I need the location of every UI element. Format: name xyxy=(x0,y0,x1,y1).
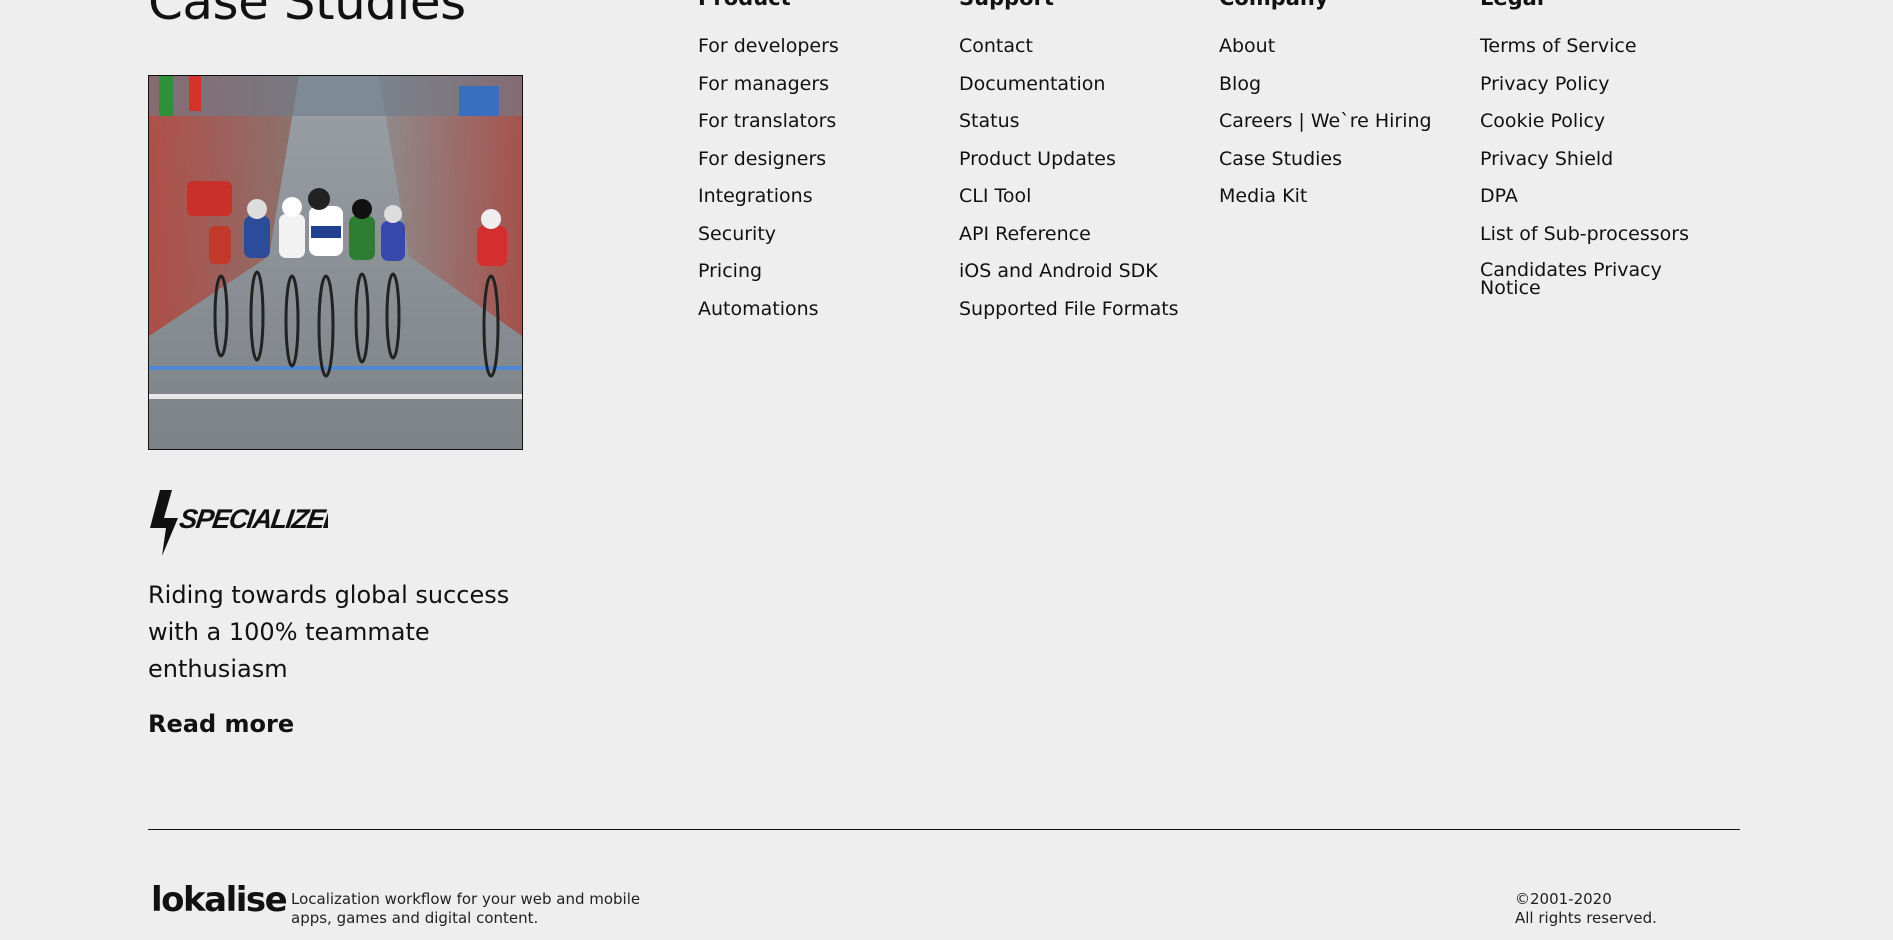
footer-tagline: Localization workflow for your web and m… xyxy=(291,890,651,928)
company-links: About Blog Careers | We`re Hiring Case S… xyxy=(1219,36,1432,224)
nav-link-ios-android-sdk[interactable]: iOS and Android SDK xyxy=(959,261,1179,282)
nav-link-media-kit[interactable]: Media Kit xyxy=(1219,186,1432,207)
case-study-description: Riding towards global success with a 100… xyxy=(148,581,510,683)
nav-link-for-developers[interactable]: For developers xyxy=(698,36,839,57)
nav-link-privacy-policy[interactable]: Privacy Policy xyxy=(1480,73,1689,95)
tagline-line-1: Localization workflow for your web and m… xyxy=(291,890,641,908)
nav-link-privacy-shield[interactable]: Privacy Shield xyxy=(1480,148,1689,170)
support-heading: Support xyxy=(959,0,1054,10)
nav-link-for-translators[interactable]: For translators xyxy=(698,111,839,132)
specialized-logo: SPECIALIZED xyxy=(150,490,328,556)
nav-link-automations[interactable]: Automations xyxy=(698,298,839,320)
nav-link-about[interactable]: About xyxy=(1219,36,1432,57)
lokalise-logo[interactable]: lokalise xyxy=(151,882,288,918)
nav-link-for-managers[interactable]: For managers xyxy=(698,73,839,95)
case-studies-title: Case Studies xyxy=(148,0,466,31)
product-heading: Product xyxy=(698,0,791,10)
nav-link-status[interactable]: Status xyxy=(959,111,1179,132)
product-links: For developers For managers For translat… xyxy=(698,36,839,336)
nav-link-supported-file-formats[interactable]: Supported File Formats xyxy=(959,298,1179,320)
tagline-line-2: apps, games and digital content. xyxy=(291,909,539,927)
cycling-race-image xyxy=(149,76,522,449)
legal-links: Terms of Service Privacy Policy Cookie P… xyxy=(1480,36,1689,314)
footer-divider xyxy=(148,829,1740,830)
legal-heading: Legal xyxy=(1480,0,1544,10)
nav-link-pricing[interactable]: Pricing xyxy=(698,261,839,282)
company-heading: Company xyxy=(1219,0,1329,10)
nav-link-blog[interactable]: Blog xyxy=(1219,73,1432,95)
support-links: Contact Documentation Status Product Upd… xyxy=(959,36,1179,336)
nav-link-security[interactable]: Security xyxy=(698,223,839,245)
nav-link-contact[interactable]: Contact xyxy=(959,36,1179,57)
nav-link-product-updates[interactable]: Product Updates xyxy=(959,148,1179,170)
nav-link-dpa[interactable]: DPA xyxy=(1480,186,1689,207)
specialized-wordmark: SPECIALIZED xyxy=(178,503,328,534)
nav-link-candidates-privacy-notice[interactable]: Candidates Privacy Notice xyxy=(1480,261,1680,298)
nav-link-integrations[interactable]: Integrations xyxy=(698,186,839,207)
nav-link-for-designers[interactable]: For designers xyxy=(698,148,839,170)
nav-link-cookie-policy[interactable]: Cookie Policy xyxy=(1480,111,1689,132)
copyright-years: ©2001-2020 xyxy=(1515,890,1612,908)
case-study-photo[interactable] xyxy=(148,75,523,450)
nav-link-documentation[interactable]: Documentation xyxy=(959,73,1179,95)
nav-link-sub-processors[interactable]: List of Sub-processors xyxy=(1480,223,1689,245)
read-more-link[interactable]: Read more xyxy=(148,710,294,738)
nav-link-terms-of-service[interactable]: Terms of Service xyxy=(1480,36,1689,57)
nav-link-cli-tool[interactable]: CLI Tool xyxy=(959,186,1179,207)
nav-link-api-reference[interactable]: API Reference xyxy=(959,223,1179,245)
nav-link-careers[interactable]: Careers | We`re Hiring xyxy=(1219,111,1432,132)
copyright: ©2001-2020 All rights reserved. xyxy=(1515,890,1657,928)
nav-link-case-studies[interactable]: Case Studies xyxy=(1219,148,1432,170)
specialized-s-mark-icon xyxy=(150,490,178,556)
copyright-rights: All rights reserved. xyxy=(1515,909,1657,927)
